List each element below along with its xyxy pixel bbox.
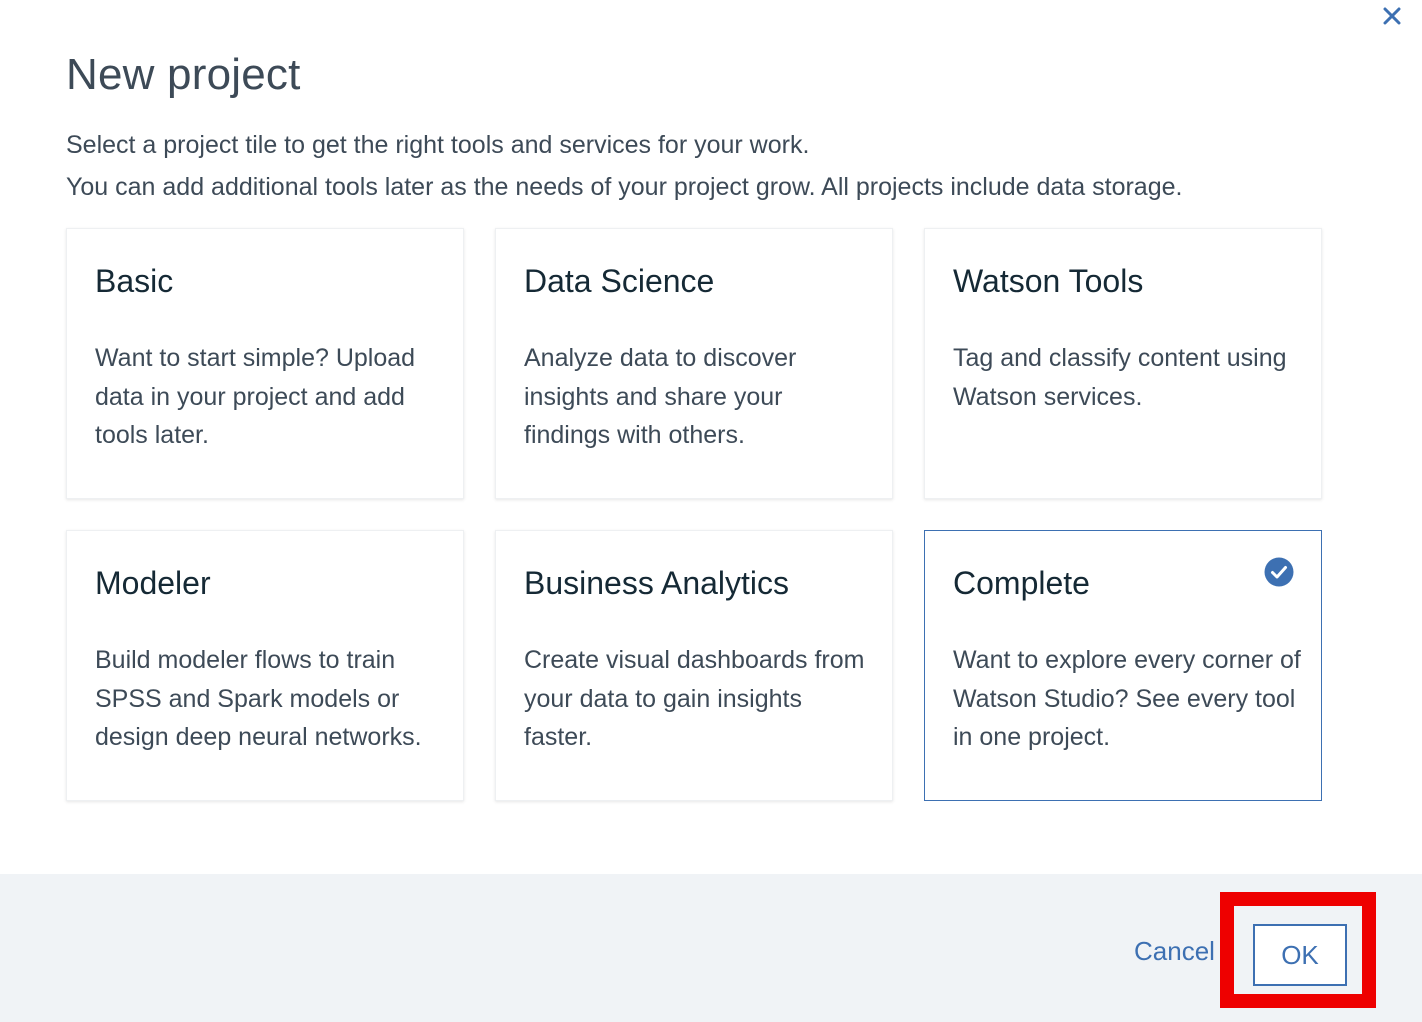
tile-title: Watson Tools	[953, 263, 1144, 299]
tile-title: Basic	[95, 263, 174, 299]
tile-modeler[interactable]: Modeler Build modeler flows to train SPS…	[66, 530, 464, 801]
dialog-title: New project	[66, 50, 301, 99]
tile-description: Build modeler flows to train SPSS and Sp…	[95, 646, 422, 751]
tile-description: Tag and classify content using Watson se…	[953, 344, 1287, 411]
dialog-footer: Cancel OK	[0, 874, 1422, 1022]
close-icon	[1383, 7, 1401, 25]
cancel-button[interactable]: Cancel	[1134, 936, 1215, 967]
tile-description: Analyze data to discover insights and sh…	[524, 344, 797, 449]
close-button[interactable]	[1378, 2, 1406, 30]
intro-line-1: Select a project tile to get the right t…	[66, 131, 810, 159]
new-project-dialog: New project Select a project tile to get…	[0, 0, 1422, 1022]
tile-title: Data Science	[524, 263, 715, 299]
tile-watson-tools[interactable]: Watson Tools Tag and classify content us…	[924, 228, 1322, 499]
dialog-intro: Select a project tile to get the right t…	[66, 124, 1182, 208]
intro-line-2: You can add additional tools later as th…	[66, 173, 1183, 201]
tile-description: Want to explore every corner of Watson S…	[953, 646, 1301, 751]
tile-title: Business Analytics	[524, 565, 790, 601]
tile-complete[interactable]: Complete Want to explore every corner of…	[924, 530, 1322, 801]
tile-basic[interactable]: Basic Want to start simple? Upload data …	[66, 228, 464, 499]
tile-title: Modeler	[95, 565, 211, 601]
tile-description: Create visual dashboards from your data …	[524, 646, 865, 751]
ok-button[interactable]: OK	[1253, 924, 1347, 986]
tile-description: Want to start simple? Upload data in you…	[95, 344, 416, 449]
tile-data-science[interactable]: Data Science Analyze data to discover in…	[495, 228, 893, 499]
tile-title: Complete	[953, 565, 1090, 601]
tile-business-analytics[interactable]: Business Analytics Create visual dashboa…	[495, 530, 893, 801]
checkmark-icon	[1264, 557, 1294, 587]
